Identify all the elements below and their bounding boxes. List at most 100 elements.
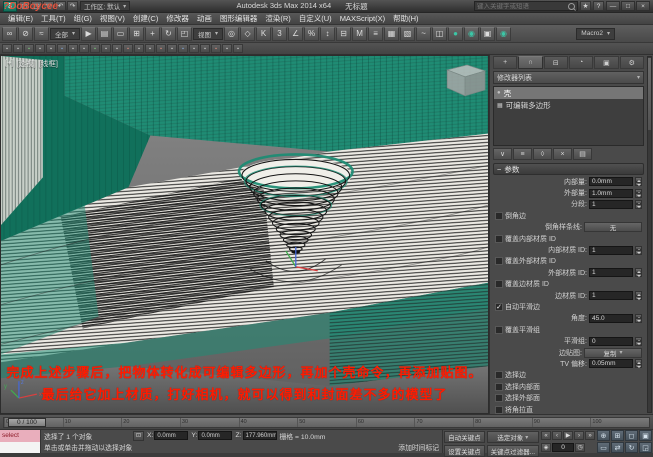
spinner-icon[interactable] bbox=[635, 200, 642, 209]
graphite-ribbon-toggle-icon[interactable]: ▧ bbox=[400, 27, 415, 41]
listener-macro-row[interactable]: select bbox=[0, 430, 40, 442]
override-outer-mat-checkbox[interactable] bbox=[495, 257, 503, 265]
render-production-icon[interactable]: ◉ bbox=[496, 27, 511, 41]
menu-item[interactable]: 编辑(E) bbox=[4, 13, 37, 24]
mini-toolbar-icon[interactable]: ▪ bbox=[167, 44, 177, 53]
zoom-extents-all-icon[interactable]: ▣ bbox=[639, 430, 652, 441]
set-key-button[interactable]: 设置关键点 bbox=[444, 445, 485, 457]
spinner-icon[interactable] bbox=[635, 337, 642, 346]
curve-editor-icon[interactable]: ~ bbox=[416, 27, 431, 41]
select-and-link-icon[interactable]: ∞ bbox=[2, 27, 17, 41]
key-filters-button[interactable]: 关键点过滤器... bbox=[487, 445, 539, 457]
viewport-shading-menu[interactable]: [线框] bbox=[39, 58, 58, 69]
menu-item[interactable]: 组(G) bbox=[70, 13, 96, 24]
mini-toolbar-icon[interactable]: ▪ bbox=[79, 44, 89, 53]
favorites-icon[interactable]: ★ bbox=[580, 1, 591, 11]
select-edges-checkbox[interactable] bbox=[495, 371, 503, 379]
override-edge-mat-checkbox[interactable] bbox=[495, 280, 503, 288]
time-ruler[interactable]: 0 / 100 0 10 20 30 40 50 60 70 80 90 bbox=[3, 417, 650, 428]
selection-lock-toggle[interactable]: ⊡ bbox=[133, 431, 144, 441]
menu-item[interactable]: 视图(V) bbox=[96, 13, 129, 24]
spinner-icon[interactable] bbox=[635, 246, 642, 255]
pan-view-icon[interactable]: ⇄ bbox=[611, 442, 624, 453]
mini-toolbar-icon[interactable]: ▪ bbox=[145, 44, 155, 53]
zoom-all-icon[interactable]: ⊞ bbox=[611, 430, 624, 441]
select-and-rotate-icon[interactable]: ↻ bbox=[161, 27, 176, 41]
modifier-bulb-icon[interactable]: ● bbox=[497, 90, 501, 96]
spinner-icon[interactable] bbox=[635, 291, 642, 300]
spinner-snap-toggle-icon[interactable]: ↕ bbox=[320, 27, 335, 41]
zoom-extents-icon[interactable]: ◻ bbox=[625, 430, 638, 441]
select-outer-faces-checkbox[interactable] bbox=[495, 394, 503, 402]
spinner-icon[interactable] bbox=[635, 177, 642, 186]
time-slider-handle[interactable]: 0 / 100 bbox=[8, 418, 46, 427]
time-configuration-icon[interactable]: ◷ bbox=[575, 443, 585, 452]
scrollbar-thumb[interactable] bbox=[648, 58, 651, 130]
keyboard-shortcut-override-icon[interactable]: K bbox=[256, 27, 271, 41]
mini-toolbar-icon[interactable]: ▪ bbox=[134, 44, 144, 53]
perspective-viewport[interactable]: x y z [+] [透视] [线框] 完成上述步骤后，把物体转化成可编辑多边形… bbox=[0, 55, 489, 414]
auto-smooth-checkbox[interactable]: ✓ bbox=[495, 303, 503, 311]
outer-amount-field[interactable]: 1.0mm bbox=[589, 189, 633, 198]
key-mode-toggle-icon[interactable]: ◈ bbox=[541, 443, 551, 452]
spinner-icon[interactable] bbox=[635, 314, 642, 323]
mini-toolbar-icon[interactable]: ▪ bbox=[233, 44, 243, 53]
select-by-name-icon[interactable]: ▤ bbox=[97, 27, 112, 41]
spinner-icon[interactable] bbox=[635, 189, 642, 198]
tab-modify[interactable]: ∩ bbox=[518, 56, 542, 69]
mini-toolbar-icon[interactable]: ▪ bbox=[101, 44, 111, 53]
tv-offset-field[interactable]: 0.05mm bbox=[589, 359, 633, 368]
select-and-move-icon[interactable]: + bbox=[145, 27, 160, 41]
edge-mat-id-field[interactable]: 1 bbox=[589, 291, 633, 300]
bevel-spline-button[interactable]: 无 bbox=[584, 222, 642, 232]
angle-snap-toggle-icon[interactable]: ∠ bbox=[288, 27, 303, 41]
mirror-icon[interactable]: M bbox=[352, 27, 367, 41]
mini-toolbar-icon[interactable]: ▪ bbox=[222, 44, 232, 53]
configure-modifier-sets-button[interactable]: ▤ bbox=[573, 148, 592, 160]
modifier-list-dropdown[interactable]: 修改器列表 bbox=[493, 71, 644, 84]
mini-toolbar-icon[interactable]: ▪ bbox=[211, 44, 221, 53]
angle-field[interactable]: 45.0 bbox=[589, 314, 633, 323]
x-coordinate-field[interactable]: 0.0mm bbox=[154, 431, 188, 440]
selection-filter-dropdown[interactable]: 全部 bbox=[50, 28, 80, 40]
play-icon[interactable]: ▶ bbox=[563, 431, 573, 440]
menu-item[interactable]: 帮助(H) bbox=[389, 13, 422, 24]
schematic-view-icon[interactable]: ◫ bbox=[432, 27, 447, 41]
make-unique-button[interactable]: ◊ bbox=[533, 148, 552, 160]
inner-amount-field[interactable]: 0.0mm bbox=[589, 177, 633, 186]
maxscript-mini-listener[interactable]: select bbox=[0, 430, 41, 453]
select-and-manipulate-icon[interactable]: ◇ bbox=[240, 27, 255, 41]
tab-motion[interactable]: ◔ bbox=[569, 56, 593, 69]
menu-item[interactable]: 动画 bbox=[193, 13, 216, 24]
unlink-selection-icon[interactable]: ⊘ bbox=[18, 27, 33, 41]
mini-toolbar-icon[interactable]: ▪ bbox=[68, 44, 78, 53]
menu-item[interactable]: 工具(T) bbox=[37, 13, 70, 24]
go-to-start-icon[interactable]: « bbox=[541, 431, 551, 440]
spinner-icon[interactable] bbox=[635, 359, 642, 368]
show-end-result-button[interactable]: ≡ bbox=[513, 148, 532, 160]
mini-toolbar-icon[interactable]: ▪ bbox=[189, 44, 199, 53]
smooth-group-field[interactable]: 0 bbox=[589, 337, 633, 346]
modifier-stack-row[interactable]: ● 壳 bbox=[494, 87, 643, 99]
parameters-rollout-header[interactable]: − 参数 bbox=[493, 163, 644, 175]
override-inner-mat-checkbox[interactable] bbox=[495, 235, 503, 243]
window-crossing-toggle-icon[interactable]: ⊞ bbox=[129, 27, 144, 41]
maximize-button[interactable]: □ bbox=[621, 1, 635, 11]
mini-toolbar-icon[interactable]: ▪ bbox=[57, 44, 67, 53]
tab-create[interactable]: + bbox=[493, 56, 517, 69]
bevel-edges-checkbox[interactable] bbox=[495, 212, 503, 220]
segments-field[interactable]: 1 bbox=[589, 200, 633, 209]
menu-item[interactable]: MAXScript(X) bbox=[336, 14, 389, 23]
pin-stack-button[interactable]: ∨ bbox=[493, 148, 512, 160]
mini-toolbar-icon[interactable]: ▪ bbox=[123, 44, 133, 53]
percent-snap-toggle-icon[interactable]: % bbox=[304, 27, 319, 41]
mini-toolbar-icon[interactable]: ▪ bbox=[112, 44, 122, 53]
mini-toolbar-icon[interactable]: ▪ bbox=[35, 44, 45, 53]
tab-hierarchy[interactable]: ⊟ bbox=[544, 56, 568, 69]
align-icon[interactable]: ≡ bbox=[368, 27, 383, 41]
snaps-toggle-icon[interactable]: 3 bbox=[272, 27, 287, 41]
material-editor-icon[interactable]: ● bbox=[448, 27, 463, 41]
tab-utilities[interactable]: ⚙ bbox=[620, 56, 644, 69]
previous-frame-icon[interactable]: ‹ bbox=[552, 431, 562, 440]
menu-item[interactable]: 修改器 bbox=[162, 13, 193, 24]
